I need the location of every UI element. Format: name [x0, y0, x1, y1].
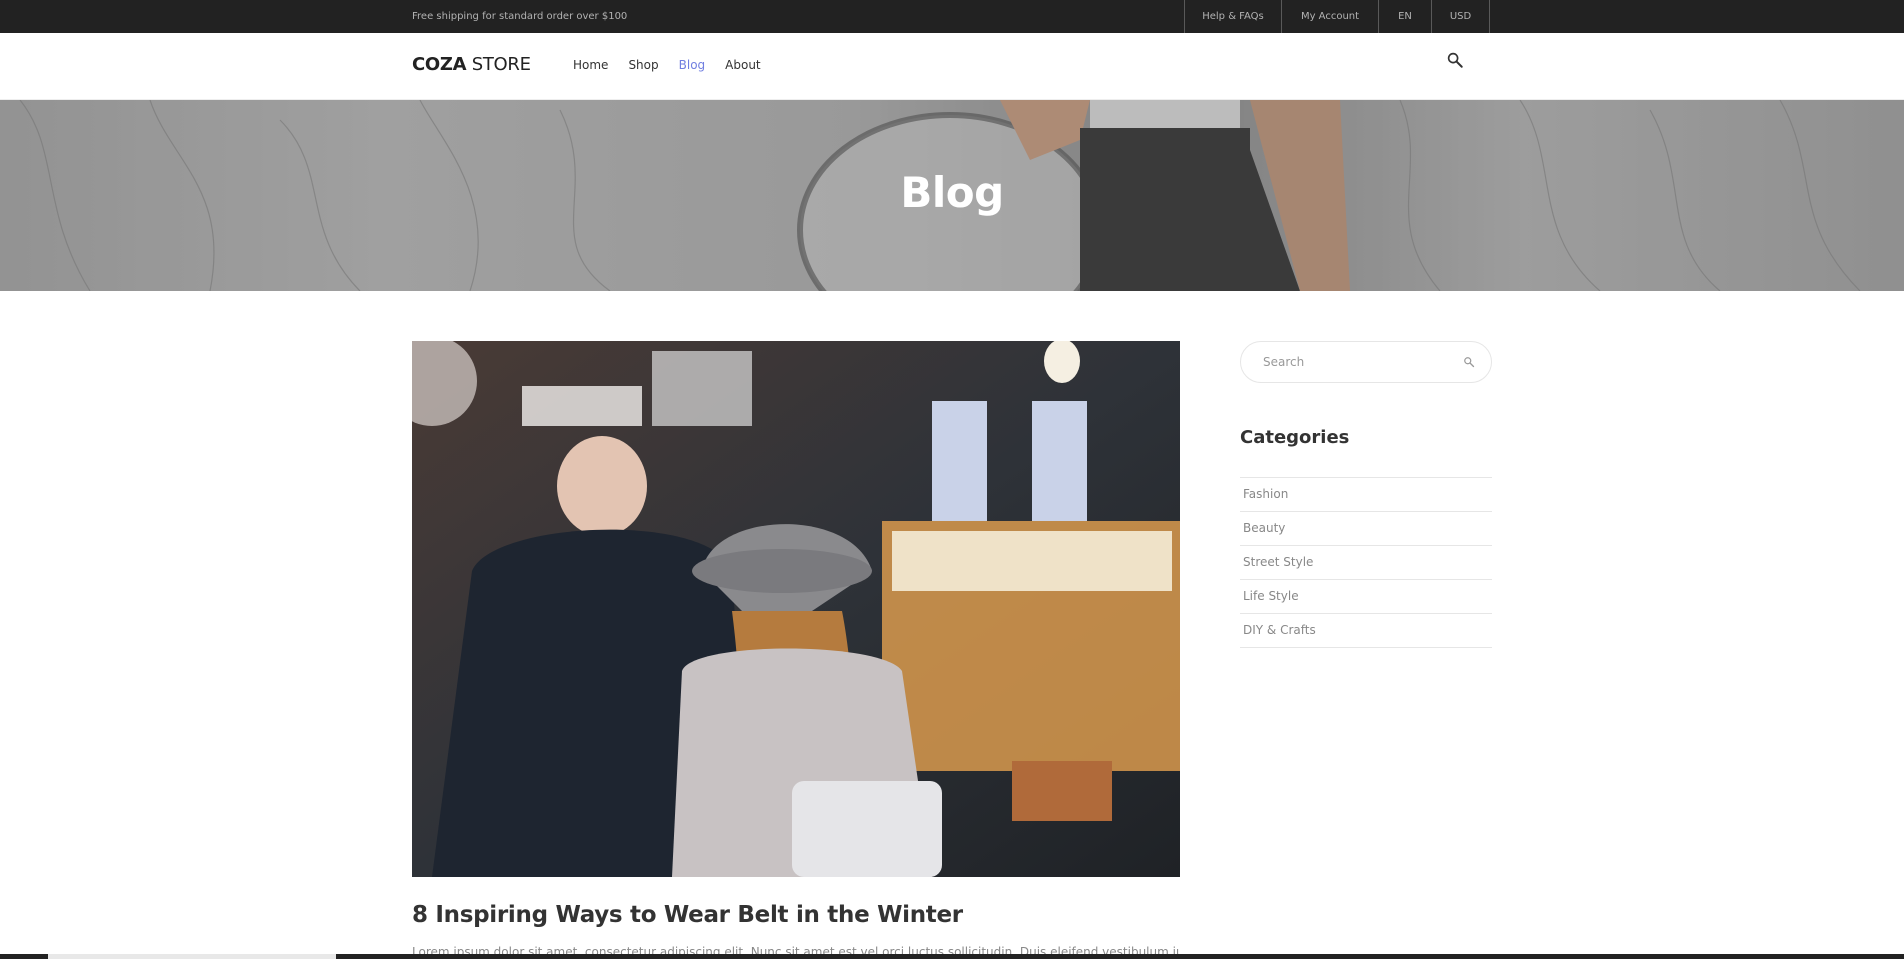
post-image[interactable] — [412, 341, 1180, 877]
categories-title: Categories — [1240, 427, 1350, 448]
sidebar-search — [1240, 341, 1492, 383]
main-header: COZA STORE Home Shop Blog About — [0, 33, 1904, 100]
category-diy-crafts[interactable]: DIY & Crafts — [1240, 614, 1492, 647]
scrollbar-thumb[interactable] — [48, 954, 336, 959]
currency-selector[interactable]: USD — [1432, 0, 1490, 33]
post-photo — [412, 341, 1180, 877]
search-icon[interactable] — [1463, 356, 1475, 368]
help-faqs-link[interactable]: Help & FAQs — [1185, 0, 1282, 33]
category-beauty[interactable]: Beauty — [1240, 512, 1492, 545]
category-item: Beauty — [1240, 512, 1492, 546]
category-life-style[interactable]: Life Style — [1240, 580, 1492, 613]
header-search-button[interactable] — [1446, 51, 1468, 73]
sidebar-search-input[interactable] — [1263, 342, 1453, 382]
blog-hero-banner: Blog — [0, 100, 1904, 291]
nav-blog[interactable]: Blog — [679, 58, 706, 72]
language-selector[interactable]: EN — [1379, 0, 1432, 33]
category-fashion[interactable]: Fashion — [1240, 478, 1492, 511]
logo[interactable]: COZA STORE — [412, 54, 531, 75]
top-links: Help & FAQs My Account EN USD — [1184, 0, 1490, 33]
my-account-link[interactable]: My Account — [1282, 0, 1379, 33]
category-item: Fashion — [1240, 478, 1492, 512]
page-title: Blog — [900, 168, 1004, 217]
search-icon — [1447, 52, 1463, 68]
category-item: Life Style — [1240, 580, 1492, 614]
logo-light: STORE — [471, 54, 531, 75]
main-nav: Home Shop Blog About — [573, 58, 781, 72]
top-bar: Free shipping for standard order over $1… — [0, 0, 1904, 33]
nav-shop[interactable]: Shop — [628, 58, 658, 72]
shipping-promo: Free shipping for standard order over $1… — [412, 11, 628, 22]
category-item: DIY & Crafts — [1240, 614, 1492, 648]
post-title[interactable]: 8 Inspiring Ways to Wear Belt in the Win… — [412, 902, 963, 928]
category-street-style[interactable]: Street Style — [1240, 546, 1492, 579]
category-item: Street Style — [1240, 546, 1492, 580]
nav-home[interactable]: Home — [573, 58, 608, 72]
logo-bold: COZA — [412, 54, 467, 75]
categories-list: Fashion Beauty Street Style Life Style D… — [1240, 477, 1492, 648]
horizontal-scrollbar[interactable] — [0, 954, 1904, 959]
nav-about[interactable]: About — [725, 58, 760, 72]
